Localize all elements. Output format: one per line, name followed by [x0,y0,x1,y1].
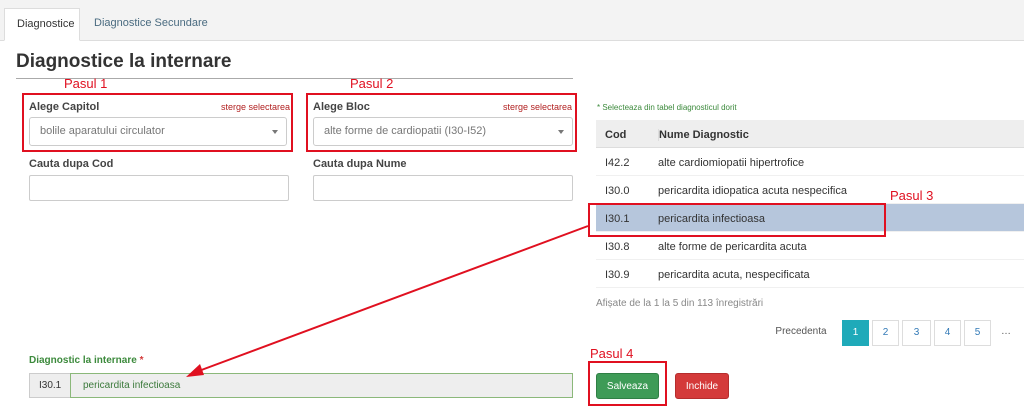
annotation-arrow [186,225,589,377]
arrow-head [186,364,204,377]
arrow-line [195,225,589,373]
